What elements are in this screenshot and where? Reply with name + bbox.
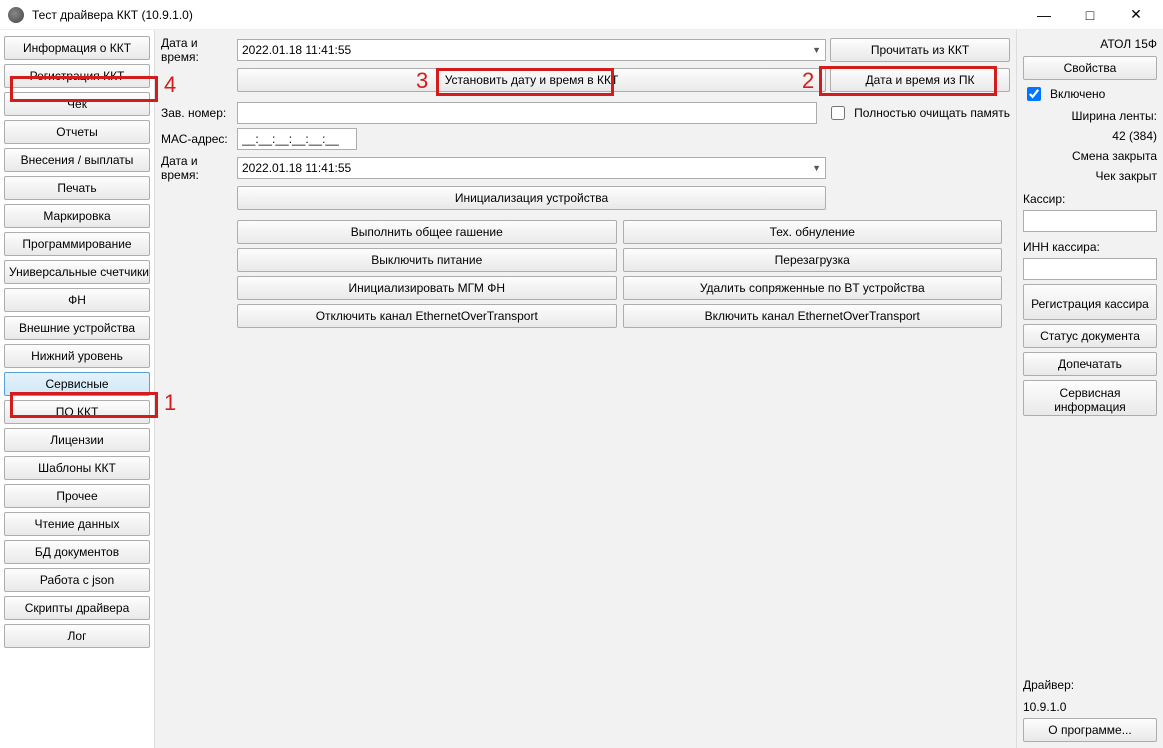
cashier-inn-input[interactable] (1023, 258, 1157, 280)
clear-memory-checkbox[interactable] (831, 106, 845, 120)
nav-button[interactable]: Работа с json (4, 568, 150, 592)
nav-button[interactable]: Лог (4, 624, 150, 648)
about-button[interactable]: О программе... (1023, 718, 1157, 742)
set-datetime-kkt-button[interactable]: Установить дату и время в ККТ (237, 68, 826, 92)
nav-button[interactable]: Отчеты (4, 120, 150, 144)
cashier-label: Кассир: (1023, 192, 1157, 206)
center-panel: Дата и время: 2022.01.18 11:41:55 ▼ Проч… (154, 30, 1017, 748)
enabled-checkbox[interactable] (1027, 87, 1041, 101)
read-from-kkt-button[interactable]: Прочитать из ККТ (830, 38, 1010, 62)
action-button[interactable]: Инициализировать МГМ ФН (237, 276, 617, 300)
minimize-button[interactable]: — (1021, 1, 1067, 29)
clear-memory-label: Полностью очищать память (854, 106, 1010, 120)
driver-label: Драйвер: (1023, 678, 1157, 692)
cashier-input[interactable] (1023, 210, 1157, 232)
doc-status-button[interactable]: Статус документа (1023, 324, 1157, 348)
mac-label: МАС-адрес: (161, 132, 233, 146)
window-controls: — □ ✕ (1021, 1, 1159, 29)
nav-button[interactable]: Шаблоны ККТ (4, 456, 150, 480)
nav-button[interactable]: Регистрация ККТ (4, 64, 150, 88)
app-icon (8, 7, 24, 23)
datetime2-combo[interactable]: 2022.01.18 11:41:55 ▼ (237, 157, 826, 179)
action-button[interactable]: Отключить канал EthernetOverTransport (237, 304, 617, 328)
datetime-combo[interactable]: 2022.01.18 11:41:55 ▼ (237, 39, 826, 61)
chevron-down-icon: ▼ (812, 163, 821, 173)
serial-label: Зав. номер: (161, 106, 233, 120)
action-button[interactable]: Перезагрузка (623, 248, 1003, 272)
nav-button[interactable]: Прочее (4, 484, 150, 508)
window-title: Тест драйвера ККТ (10.9.1.0) (32, 8, 1021, 22)
tape-width-value: 42 (384) (1023, 129, 1157, 143)
right-panel: АТОЛ 15Ф Свойства Включено Ширина ленты:… (1017, 30, 1163, 748)
datetime2-label: Дата и время: (161, 154, 233, 182)
nav-button[interactable]: Чек (4, 92, 150, 116)
chevron-down-icon: ▼ (812, 45, 821, 55)
receipt-status: Чек закрыт (1023, 169, 1157, 183)
register-cashier-button[interactable]: Регистрация кассира (1023, 284, 1157, 320)
left-nav: Информация о ККТ Регистрация ККТ Чек Отчеты… (0, 30, 154, 748)
reprint-button[interactable]: Допечатать (1023, 352, 1157, 376)
nav-button[interactable]: БД документов (4, 540, 150, 564)
nav-button[interactable]: Маркировка (4, 204, 150, 228)
action-button[interactable]: Тех. обнуление (623, 220, 1003, 244)
datetime-combo-value: 2022.01.18 11:41:55 (242, 43, 351, 57)
datetime-label: Дата и время: (161, 36, 233, 64)
properties-button[interactable]: Свойства (1023, 56, 1157, 80)
nav-button[interactable]: Информация о ККТ (4, 36, 150, 60)
datetime2-combo-value: 2022.01.18 11:41:55 (242, 161, 351, 175)
maximize-button[interactable]: □ (1067, 1, 1113, 29)
action-button[interactable]: Выполнить общее гашение (237, 220, 617, 244)
datetime-from-pc-button[interactable]: Дата и время из ПК (830, 68, 1010, 92)
shift-status: Смена закрыта (1023, 149, 1157, 163)
action-button[interactable]: Включить канал EthernetOverTransport (623, 304, 1003, 328)
serial-input[interactable] (237, 102, 817, 124)
nav-button[interactable]: Программирование (4, 232, 150, 256)
nav-button[interactable]: Нижний уровень (4, 344, 150, 368)
action-button[interactable]: Выключить питание (237, 248, 617, 272)
device-name: АТОЛ 15Ф (1023, 37, 1157, 51)
init-device-button[interactable]: Инициализация устройства (237, 186, 826, 210)
nav-button[interactable]: ПО ККТ (4, 400, 150, 424)
enabled-label: Включено (1050, 87, 1105, 101)
nav-button[interactable]: Лицензии (4, 428, 150, 452)
titlebar: Тест драйвера ККТ (10.9.1.0) — □ ✕ (0, 0, 1163, 30)
nav-button[interactable]: Сервисные (4, 372, 150, 396)
nav-button[interactable]: ФН (4, 288, 150, 312)
nav-button[interactable]: Универсальные счетчики (4, 260, 150, 284)
mac-input[interactable] (237, 128, 357, 150)
nav-button[interactable]: Внешние устройства (4, 316, 150, 340)
nav-button[interactable]: Внесения / выплаты (4, 148, 150, 172)
service-info-button[interactable]: Сервисная информация (1023, 380, 1157, 416)
cashier-inn-label: ИНН кассира: (1023, 240, 1157, 254)
tape-width-label: Ширина ленты: (1023, 109, 1157, 123)
driver-version: 10.9.1.0 (1023, 700, 1157, 714)
nav-button[interactable]: Печать (4, 176, 150, 200)
nav-button[interactable]: Чтение данных (4, 512, 150, 536)
close-button[interactable]: ✕ (1113, 1, 1159, 29)
nav-button[interactable]: Скрипты драйвера (4, 596, 150, 620)
action-button[interactable]: Удалить сопряженные по BT устройства (623, 276, 1003, 300)
